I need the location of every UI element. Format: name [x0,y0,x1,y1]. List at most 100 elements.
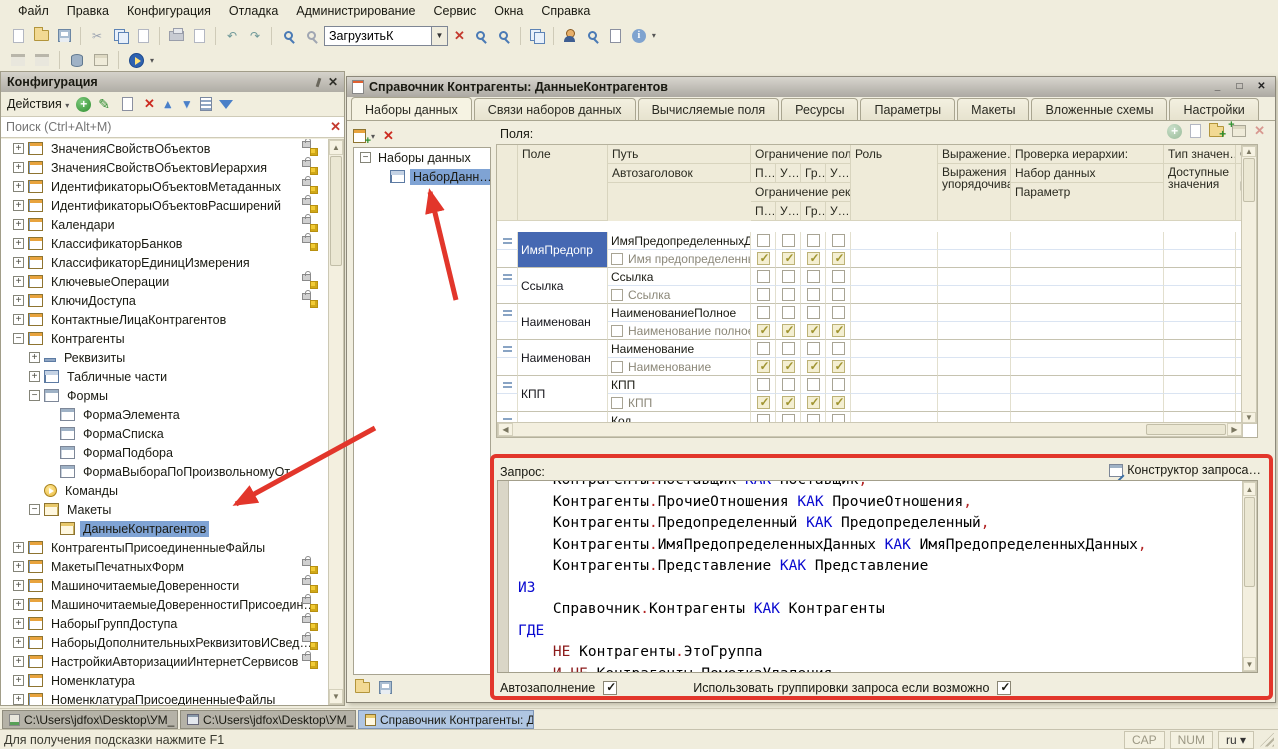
restriction-checkbox-cell[interactable] [776,394,801,412]
empty-cell[interactable] [851,394,938,412]
restriction-checkbox-cell[interactable] [776,304,801,322]
empty-cell[interactable] [938,394,1011,412]
checkbox-icon[interactable] [611,289,623,301]
menu-item-Конфигурация[interactable]: Конфигурация [119,2,219,20]
minimize-button[interactable]: _ [1209,80,1226,95]
field-attr-cell[interactable]: Наименование полное [608,322,751,340]
header-hierarchy-dataset[interactable]: Набор данных [1011,164,1164,183]
fields-table-vscrollbar[interactable]: ▲ ▼ [1241,145,1257,424]
field-path-cell[interactable]: Наименование [608,340,751,358]
checkbox-icon[interactable] [807,306,820,319]
header-value-type[interactable]: Тип значен… [1164,145,1236,164]
checkbox-icon[interactable] [832,234,845,247]
empty-cell[interactable] [938,250,1011,268]
field-kind-cell[interactable] [497,268,518,286]
header-hierarchy-param[interactable]: Параметр [1011,183,1164,221]
cut-button[interactable]: ✂ [87,26,107,46]
scroll-left-icon[interactable]: ◀ [498,423,513,436]
restriction-checkbox-cell[interactable] [776,358,801,376]
tree-item-ДанныеКонтрагентов[interactable]: ДанныеКонтрагентов [1,519,328,538]
find-button[interactable] [301,26,321,46]
tree-item-Календари[interactable]: +Календари [1,215,328,234]
checkbox-icon[interactable] [782,270,795,283]
query-vscrollbar[interactable]: ▲ ▼ [1242,481,1257,672]
collapse-icon[interactable]: − [29,390,40,401]
empty-cell[interactable] [851,358,938,376]
restriction-checkbox-cell[interactable] [801,286,826,304]
checkbox-icon[interactable] [611,361,623,373]
empty-cell[interactable] [938,376,1011,394]
checkbox-icon[interactable] [782,234,795,247]
expand-icon[interactable]: + [13,257,24,268]
scroll-thumb[interactable] [1243,158,1255,202]
tab-Настройки[interactable]: Настройки [1169,98,1258,121]
combo-dropdown-button[interactable]: ▼ [432,26,448,46]
windows-button[interactable] [527,26,547,46]
scroll-up-icon[interactable]: ▲ [1243,482,1256,496]
restriction-checkbox-cell[interactable] [776,268,801,286]
restriction-checkbox-cell[interactable] [826,394,851,412]
restriction-checkbox-cell[interactable] [776,376,801,394]
empty-cell[interactable] [851,304,938,322]
sort-list-button[interactable] [200,97,212,111]
expand-icon[interactable]: + [13,200,24,211]
copy-button[interactable] [110,26,130,46]
resize-grip-icon[interactable] [1260,733,1274,747]
empty-cell[interactable] [1164,376,1236,394]
tree-item-КлассификаторБанков[interactable]: +КлассификаторБанков [1,234,328,253]
menu-item-Сервис[interactable]: Сервис [425,2,484,20]
field-path-cell[interactable]: ИмяПредопределенныхДа… [608,232,751,250]
expand-icon[interactable]: + [13,656,24,667]
empty-cell[interactable] [1011,322,1164,340]
checkbox-icon[interactable] [611,397,623,409]
move-up-button[interactable]: ▲ [162,97,174,111]
scroll-down-icon[interactable]: ▼ [1242,412,1256,423]
expand-icon[interactable]: + [13,561,24,572]
tree-item-КлассификаторЕдиницИзмерения[interactable]: +КлассификаторЕдиницИзмерения [1,253,328,272]
pin-icon[interactable] [316,77,322,86]
field-path-cell[interactable]: НаименованиеПолное [608,304,751,322]
tree-item-КлючевыеОперации[interactable]: +КлючевыеОперации [1,272,328,291]
checkbox-icon[interactable] [611,325,623,337]
tree-item-ФормаВыбораПоПроизвольномуОт[interactable]: ФормаВыбораПоПроизвольномуОт [1,462,328,481]
restriction-checkbox-cell[interactable] [751,232,776,250]
empty-cell[interactable] [851,250,938,268]
expand-icon[interactable]: + [13,314,24,325]
field-name-cell[interactable]: Ссылка [518,268,608,304]
empty-cell[interactable] [851,232,938,250]
menu-item-Файл[interactable]: Файл [10,2,57,20]
table-button[interactable] [91,50,111,70]
expand-icon[interactable]: + [13,276,24,287]
empty-cell[interactable] [1164,304,1236,322]
checkbox-icon[interactable] [832,342,845,355]
add-folder-button[interactable] [1209,126,1224,137]
autofill-checkbox[interactable] [603,681,617,695]
restriction-checkbox-cell[interactable] [826,232,851,250]
field-name-cell[interactable]: КПП [518,376,608,412]
header-restriction-col[interactable]: Гр… [801,164,826,183]
window-close-button[interactable] [32,50,52,70]
checkbox-icon[interactable] [782,306,795,319]
database-button[interactable] [67,50,87,70]
expand-icon[interactable]: + [13,238,24,249]
checkbox-icon[interactable] [832,360,845,373]
empty-cell[interactable] [1164,286,1236,304]
delete-dataset-button[interactable]: ✕ [383,128,394,144]
checkbox-icon[interactable] [757,270,770,283]
checkbox-icon[interactable] [757,360,770,373]
scroll-down-icon[interactable]: ▼ [1243,657,1256,671]
restriction-checkbox-cell[interactable] [751,322,776,340]
field-attr-cell[interactable]: Наименование [608,358,751,376]
checkbox-icon[interactable] [832,306,845,319]
header-autotitle[interactable]: Автозаголовок [608,164,751,183]
expand-icon[interactable]: + [13,143,24,154]
tab-Связи наборов данных[interactable]: Связи наборов данных [474,98,636,121]
restriction-checkbox-cell[interactable] [801,376,826,394]
empty-cell[interactable] [1164,322,1236,340]
collapse-icon[interactable]: − [29,504,40,515]
configuration-tree-scrollbar[interactable]: ▲ ▼ [328,139,344,705]
tree-item-ФормаПодбора[interactable]: ФормаПодбора [1,443,328,462]
checkbox-icon[interactable] [807,360,820,373]
dataset-item-row[interactable]: НаборДанн… [354,167,490,186]
checkbox-icon[interactable] [611,253,623,265]
